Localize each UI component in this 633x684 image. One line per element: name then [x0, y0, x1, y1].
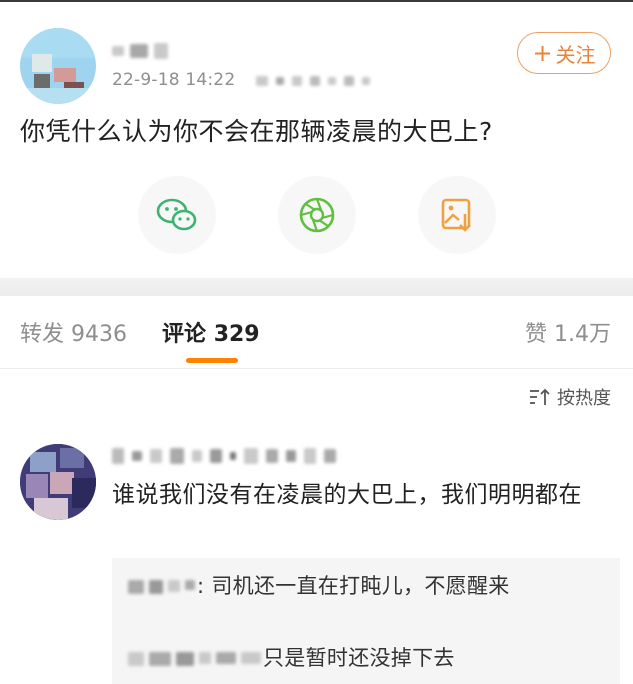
sort-by-hot-button[interactable]: 按热度 [529, 384, 611, 410]
active-tab-indicator [186, 358, 238, 363]
tab-likes-label: 赞 [524, 322, 547, 347]
tab-comments-count: 329 [213, 322, 260, 347]
reply-item[interactable]: : 司机还一直在打盹儿，不愿醒来 [128, 570, 608, 603]
post-text: 你凭什么认为你不会在那辆凌晨的大巴上? [20, 117, 493, 146]
save-image-icon [441, 198, 471, 232]
reply-author-blurred[interactable] [128, 580, 195, 594]
wechat-icon [156, 198, 197, 231]
tab-repost[interactable]: 转发 9436 [20, 316, 127, 348]
tab-comments-label: 评论 [162, 322, 207, 347]
reply-box[interactable]: : 司机还一直在打盹儿，不愿醒来 只是暂时还没掉下去 [112, 558, 620, 684]
tab-comments[interactable]: 评论 329 [162, 316, 260, 348]
top-border [0, 0, 633, 2]
reply-item[interactable]: 只是暂时还没掉下去 [128, 642, 608, 675]
reply-text: 只是暂时还没掉下去 [263, 646, 455, 670]
author-avatar[interactable] [20, 28, 96, 104]
reply-author-blurred[interactable] [128, 652, 261, 666]
save-image-button[interactable] [418, 176, 496, 254]
follow-label: 关注 [555, 42, 596, 67]
tab-repost-label: 转发 [20, 322, 65, 347]
tab-likes-count: 1.4万 [554, 322, 611, 347]
plus-icon: + [532, 39, 553, 67]
commenter-name-blurred[interactable] [112, 448, 336, 464]
section-separator [0, 278, 633, 296]
tab-divider [0, 368, 633, 369]
share-wechat-button[interactable] [138, 176, 216, 254]
sort-label: 按热度 [557, 388, 611, 409]
post-timestamp: 22-9-18 14:22 [112, 70, 236, 90]
author-name-blurred[interactable] [112, 42, 168, 60]
comment-text: 谁说我们没有在凌晨的大巴上，我们明明都在 [112, 482, 582, 508]
share-row [138, 176, 496, 254]
post-source-blurred [256, 76, 370, 86]
moments-icon [299, 197, 335, 233]
reply-text: : 司机还一直在打盹儿，不愿醒来 [197, 574, 510, 598]
commenter-avatar[interactable] [20, 444, 96, 520]
follow-button[interactable]: + 关注 [517, 32, 611, 74]
sort-icon [530, 388, 550, 405]
tab-repost-count: 9436 [71, 322, 128, 347]
tab-likes[interactable]: 赞 1.4万 [525, 316, 611, 348]
share-moments-button[interactable] [278, 176, 356, 254]
